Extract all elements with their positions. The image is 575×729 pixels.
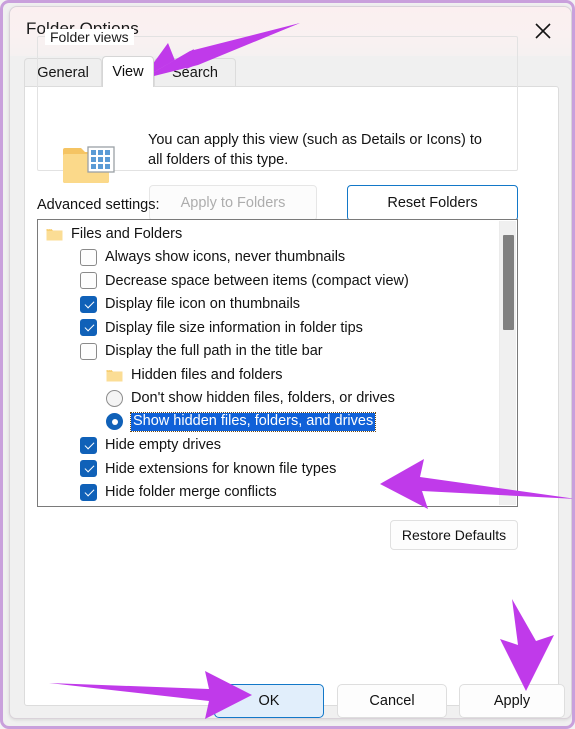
checkbox-checked[interactable] — [80, 319, 97, 337]
reset-folders-button[interactable]: Reset Folders — [347, 185, 518, 221]
settings-row-label: Hide folder merge conflicts — [105, 484, 277, 500]
checkbox-checked[interactable] — [80, 483, 97, 501]
settings-row[interactable]: Files and Folders — [38, 222, 499, 246]
settings-row[interactable]: Hide folder merge conflicts — [38, 481, 499, 505]
settings-row-label: Hide empty drives — [105, 437, 222, 453]
settings-row-label: Decrease space between items (compact vi… — [105, 272, 409, 289]
ok-button[interactable]: OK — [214, 684, 324, 718]
settings-row-label: Hide extensions for known file types — [105, 460, 337, 477]
settings-row[interactable]: Hidden files and folders — [38, 363, 499, 387]
screenshot-frame: Folder Options General View Search Folde… — [0, 0, 575, 729]
tab-view[interactable]: View — [102, 56, 154, 87]
close-icon[interactable] — [521, 11, 565, 51]
checkbox-checked[interactable] — [80, 436, 97, 454]
radio-selected[interactable] — [106, 413, 123, 431]
folder-options-dialog: Folder Options General View Search Folde… — [9, 6, 572, 719]
settings-row[interactable]: Display file icon on thumbnails — [38, 293, 499, 317]
settings-row[interactable]: Hide protected operating system files (R… — [38, 504, 499, 506]
settings-row-label: Display file icon on thumbnails — [105, 296, 301, 312]
folder-icon — [46, 227, 63, 241]
advanced-settings-rows: Files and Folders Always show icons, neve… — [38, 222, 499, 506]
settings-row[interactable]: Decrease space between items (compact vi… — [38, 269, 499, 293]
checkbox-unchecked[interactable] — [80, 342, 97, 360]
settings-row[interactable]: Don't show hidden files, folders, or dri… — [38, 387, 499, 411]
settings-row-label: Show hidden files, folders, and drives — [129, 412, 377, 432]
cancel-button[interactable]: Cancel — [337, 684, 447, 718]
settings-row-label: Hidden files and folders — [131, 366, 283, 383]
listbox-scrollbar-thumb[interactable] — [503, 235, 514, 330]
settings-row[interactable]: Hide empty drives — [38, 434, 499, 458]
restore-defaults-button[interactable]: Restore Defaults — [390, 520, 518, 550]
settings-row-label: Display the full path in the title bar — [105, 343, 323, 359]
advanced-settings-label: Advanced settings: — [37, 197, 160, 213]
settings-row[interactable]: Display file size information in folder … — [38, 316, 499, 340]
checkbox-checked[interactable] — [80, 295, 97, 313]
settings-row[interactable]: Always show icons, never thumbnails — [38, 246, 499, 270]
folder-icon — [106, 368, 123, 382]
advanced-settings-listbox[interactable]: Files and Folders Always show icons, neve… — [37, 219, 518, 507]
radio-unselected[interactable] — [106, 389, 123, 407]
checkbox-unchecked[interactable] — [80, 272, 97, 290]
settings-row[interactable]: Hide extensions for known file types — [38, 457, 499, 481]
checkbox-unchecked[interactable] — [80, 248, 97, 266]
folder-views-description: You can apply this view (such as Details… — [148, 132, 482, 168]
checkbox-checked[interactable] — [80, 460, 97, 478]
settings-row[interactable]: Display the full path in the title bar — [38, 340, 499, 364]
folder-view-icon — [62, 139, 120, 189]
settings-row-label: Files and Folders — [71, 225, 183, 242]
settings-row[interactable]: Show hidden files, folders, and drives — [38, 410, 499, 434]
folder-views-legend: Folder views — [45, 29, 134, 45]
settings-row-label: Display file size information in folder … — [105, 319, 363, 336]
apply-button[interactable]: Apply — [459, 684, 565, 718]
listbox-scrollbar-track[interactable] — [499, 221, 516, 505]
settings-row-label: Don't show hidden files, folders, or dri… — [131, 390, 395, 406]
apply-to-folders-button[interactable]: Apply to Folders — [149, 185, 317, 221]
settings-row-label: Always show icons, never thumbnails — [105, 249, 346, 265]
